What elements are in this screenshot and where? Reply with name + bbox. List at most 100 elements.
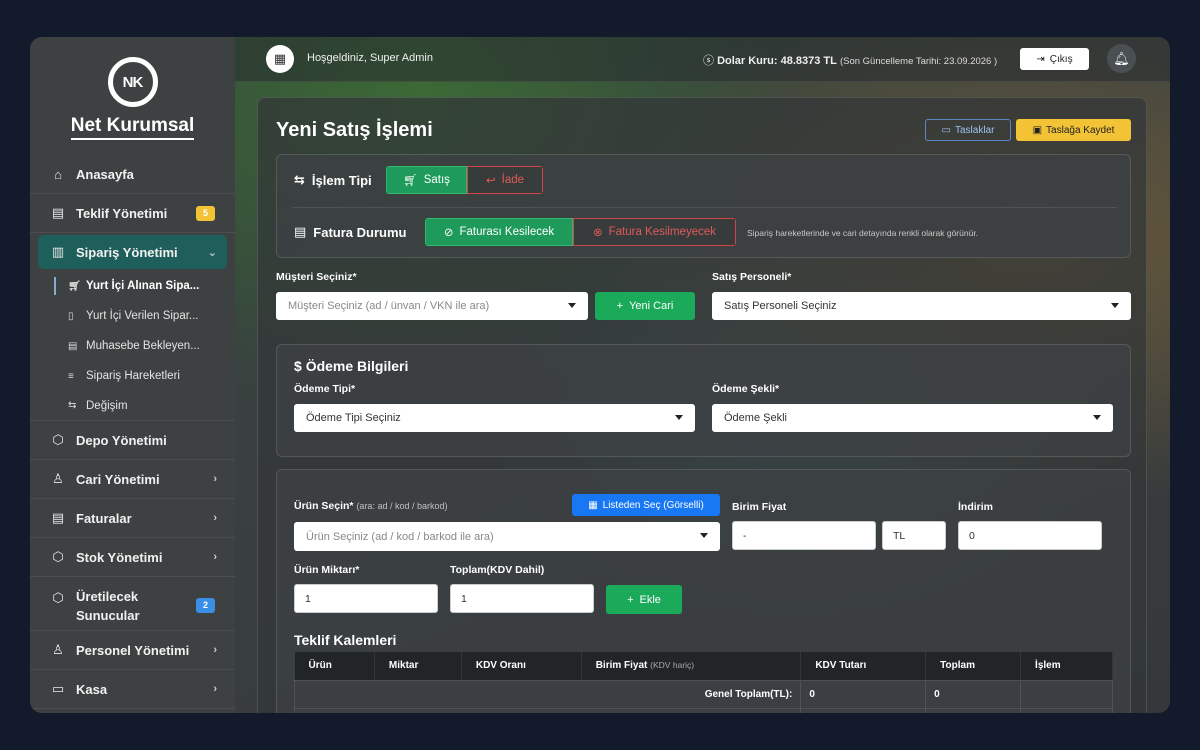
grand-total-label: Genel Toplam(TL): <box>293 679 802 709</box>
new-customer-button[interactable]: + Yeni Cari <box>595 292 695 320</box>
save-draft-button[interactable]: ▣ Taslağa Kaydet <box>1016 119 1131 141</box>
invoice-option-kesilecek[interactable]: ⊘ Faturası Kesilecek <box>425 218 573 246</box>
list-icon: ≡ <box>68 370 74 382</box>
column-header-unit-price: Birim Fiyat (KDV hariç) <box>581 652 802 680</box>
staff-label: Satış Personeli* <box>712 271 792 283</box>
quantity-label: Ürün Miktarı* <box>294 564 360 576</box>
dollar-icon: $ <box>294 358 306 374</box>
brand-name: Net Kurumsal <box>70 115 195 140</box>
save-icon: ▣ <box>1032 124 1043 136</box>
sidebar-item-label: Cari Yönetimi <box>76 471 160 487</box>
sidebar-item-faturalar[interactable]: ▤ Faturalar › <box>30 499 235 538</box>
sidebar-item-personel[interactable]: ♙ Personel Yönetimi › <box>30 631 235 670</box>
plus-icon: + <box>627 593 634 606</box>
page-title: Yeni Satış İşlemi <box>276 119 433 141</box>
invoice-status-label: ▤ Fatura Durumu <box>294 224 406 240</box>
sidebar-item-cari[interactable]: ♙ Cari Yönetimi › <box>30 460 235 499</box>
staff-value: Satış Personeli Seçiniz <box>724 300 837 312</box>
column-header: KDV Oranı <box>461 652 582 680</box>
swap-icon: ⇆ <box>68 400 77 411</box>
brand-logo[interactable]: NK Net Kurumsal <box>30 57 235 140</box>
currency-input[interactable]: TL <box>882 521 946 550</box>
discount-input[interactable]: 0 <box>958 521 1102 550</box>
dollar-update-note: (Son Güncelleme Tarihi: 23.09.2026 ) <box>839 56 998 67</box>
drafts-label: Taslaklar <box>954 124 995 136</box>
column-header: İşlem <box>1020 652 1113 680</box>
payment-method-value: Ödeme Şekli <box>724 412 787 424</box>
sidebar-item-label: Depo Yönetimi <box>76 432 167 448</box>
save-draft-label: Taslağa Kaydet <box>1046 124 1115 136</box>
transaction-type-text: İşlem Tipi <box>311 172 372 188</box>
clipboard-icon: ▥ <box>51 244 65 259</box>
plus-icon: + <box>616 300 624 312</box>
add-item-button[interactable]: + Ekle <box>606 585 682 614</box>
grand-total-row: Genel Toplam(TL): 0 0 <box>293 679 1113 709</box>
caret-down-icon <box>1093 415 1101 420</box>
sidebar-item-stok[interactable]: ⬡ Stok Yönetimi › <box>30 538 235 577</box>
new-customer-label: Yeni Cari <box>629 300 674 312</box>
type-option-iade[interactable]: ↩ İade <box>467 166 543 194</box>
payment-type-select[interactable]: Ödeme Tipi Seçiniz <box>294 404 695 432</box>
sidebar-item-label: Stok Yönetimi <box>76 549 163 565</box>
sidebar-item-siparis[interactable]: ▥ Sipariş Yönetimi ⌄ <box>38 235 227 269</box>
drafts-button[interactable]: ▭ Taslaklar <box>925 119 1011 141</box>
customer-select[interactable]: Müşteri Seçiniz (ad / ünvan / VKN ile ar… <box>276 292 588 320</box>
sidebar-subitem-yurt-ici-alinan[interactable]: 🛒︎ Yurt İçi Alınan Sipa... <box>30 271 235 301</box>
topbar: ▦ Hoşgeldiniz, Super Admin ⓢ Dolar Kuru:… <box>235 37 1170 82</box>
list-select-button[interactable]: ▦ Listeden Seç (Görselli) <box>572 494 720 516</box>
sidebar-item-uretilecek[interactable]: ⬡ Üretilecek Sunucular 2 <box>30 577 235 631</box>
sidebar-item-teklif[interactable]: ▤ Teklif Yönetimi 5 <box>30 194 235 233</box>
grid-menu-icon[interactable]: ▦ <box>266 45 294 73</box>
list-select-label: Listeden Seç (Görselli) <box>602 499 704 511</box>
sidebar-subitem-yurt-ici-verilen[interactable]: ▯ Yurt İçi Verilen Sipar... <box>30 301 235 331</box>
payment-type-label: Ödeme Tipi* <box>294 383 356 395</box>
sidebar-subitem-muhasebe[interactable]: ▤ Muhasebe Bekleyen... <box>30 331 235 361</box>
total-input[interactable]: 1 <box>450 584 594 613</box>
chevron-right-icon: › <box>213 551 217 563</box>
invoice-option-kesilmeyecek[interactable]: ⊗ Fatura Kesilmeyecek <box>573 218 736 246</box>
invoice-icon: ▤ <box>51 510 65 525</box>
logout-button[interactable]: ⇥ Çıkış <box>1020 48 1089 70</box>
notification-bell-icon[interactable]: 🔔︎ <box>1107 44 1136 73</box>
sale-form-card: Yeni Satış İşlemi ▭ Taslaklar ▣ Taslağa … <box>257 97 1147 713</box>
box-icon: ⬡ <box>52 589 64 605</box>
logout-icon: ⇥ <box>1036 53 1045 65</box>
sidebar-subitem-degisim[interactable]: ⇆ Değişim <box>30 391 235 421</box>
sidebar-item-label: Anasayfa <box>76 166 134 182</box>
type-option-satis[interactable]: 🛒︎ Satış <box>386 166 467 194</box>
transaction-panel: ⇆ İşlem Tipi 🛒︎ Satış ↩ İade ▤ Fatura Du… <box>276 154 1131 258</box>
home-icon: ⌂ <box>54 166 62 182</box>
sidebar-item-anasayfa[interactable]: ⌂ Anasayfa <box>30 155 235 194</box>
cart-icon: 🛒︎ <box>403 175 418 187</box>
table-header-row: Ürün Miktar KDV Oranı Birim Fiyat (KDV h… <box>294 652 1113 680</box>
invoice-status-toggle: ⊘ Faturası Kesilecek ⊗ Fatura Kesilmeyec… <box>425 218 736 246</box>
dollar-rate-value: Dolar Kuru: 48.8373 TL <box>717 55 837 67</box>
table-cell <box>1020 707 1113 713</box>
caret-down-icon <box>1111 303 1119 308</box>
sidebar-subitem-hareketler[interactable]: ≡ Sipariş Hareketleri <box>30 361 235 391</box>
sidebar-item-kasa[interactable]: ▭ Kasa › <box>30 670 235 709</box>
file-text-icon: ▤ <box>68 340 78 352</box>
chevron-right-icon: › <box>213 473 217 485</box>
product-label-text: Ürün Seçin* <box>294 500 354 512</box>
discount-label: İndirim <box>958 501 994 513</box>
sidebar-item-depo[interactable]: ⬡ Depo Yönetimi <box>30 421 235 460</box>
divider <box>292 207 1117 208</box>
payment-method-select[interactable]: Ödeme Şekli <box>712 404 1113 432</box>
sidebar-subitem-label: Muhasebe Bekleyen... <box>86 340 200 352</box>
sidebar-item-label: Teklif Yönetimi <box>76 205 168 221</box>
document-icon: ▤ <box>51 205 65 220</box>
file-icon: ▯ <box>68 310 74 322</box>
product-label-hint: (ara: ad / kod / barkod) <box>356 501 448 511</box>
column-header: Miktar <box>374 652 462 680</box>
caret-down-icon <box>700 533 708 538</box>
staff-select[interactable]: Satış Personeli Seçiniz <box>712 292 1131 320</box>
sidebar-subitem-label: Yurt İçi Alınan Sipa... <box>86 280 200 292</box>
quantity-input[interactable]: 1 <box>294 584 438 613</box>
sidebar: NK Net Kurumsal ⌂ Anasayfa ▤ Teklif Yöne… <box>30 37 235 713</box>
type-option-label: İade <box>501 174 525 186</box>
column-header: Ürün <box>294 652 375 680</box>
unit-price-input[interactable]: - <box>732 521 876 550</box>
product-select[interactable]: Ürün Seçiniz (ad / kod / barkod ile ara) <box>294 522 720 551</box>
grand-total-value: 0 <box>925 679 1022 709</box>
